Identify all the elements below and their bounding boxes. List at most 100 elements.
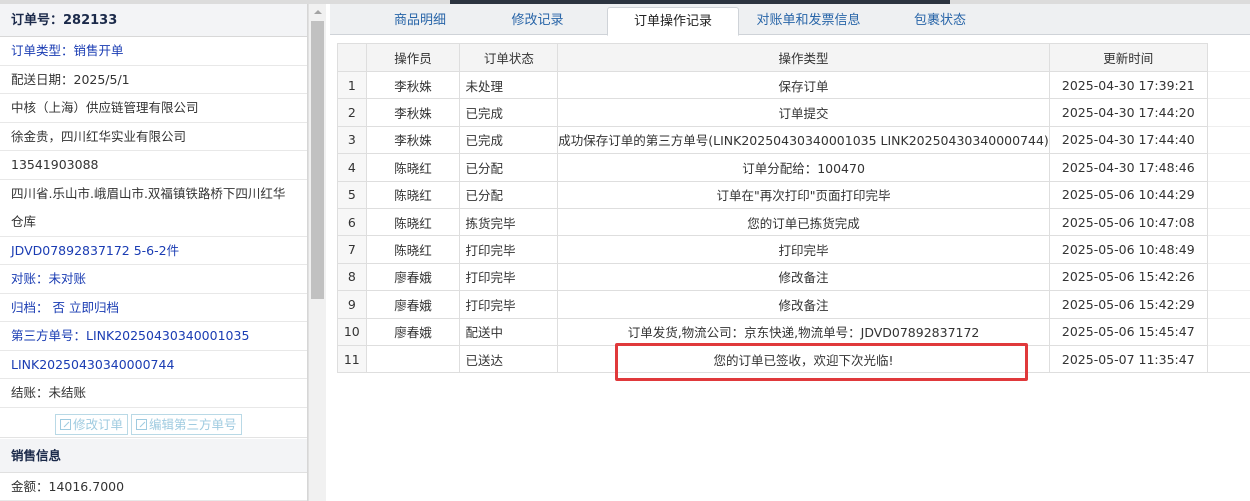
edit-order-label: 修改订单 (73, 416, 124, 432)
third-party-number-2: LINK20250430340000744 (0, 351, 307, 379)
row-filler (1206, 126, 1250, 155)
operator-cell: 陈晓红 (365, 235, 461, 264)
status-cell: 配送中 (459, 317, 559, 346)
action-cell: 订单在"再次打印"页面打印完毕 (557, 180, 1050, 209)
time-cell: 2025-04-30 17:44:40 (1048, 125, 1208, 155)
detail-panel: 商品明细 修改记录 订单操作记录 对账单和发票信息 包裹状态 操作员 订单状态 … (330, 4, 1250, 501)
row-number: 9 (337, 290, 367, 319)
status-cell: 已送达 (459, 344, 559, 374)
scroll-up-arrow-icon[interactable] (309, 4, 327, 20)
status-cell: 打印完毕 (459, 235, 559, 264)
table-row[interactable]: 1 李秋姝 未处理 保存订单 2025-04-30 17:39:21 (337, 70, 1250, 100)
reconcile-status[interactable]: 对账：未对账 (0, 265, 307, 294)
archive-status[interactable]: 归档： 否 立即归档 (0, 294, 307, 322)
order-number-header: 订单号：282133 (0, 4, 307, 37)
tracking-number-link[interactable]: JDVD07892837172 5-6-2件 (0, 237, 307, 265)
table-row[interactable]: 8 廖春娥 打印完毕 修改备注 2025-05-06 15:42:26 (337, 262, 1250, 292)
tab-modification-log[interactable]: 修改记录 (480, 7, 595, 35)
scroll-thumb[interactable] (311, 21, 324, 299)
edit-icon (136, 418, 148, 430)
operator-cell (365, 344, 461, 374)
row-number: 10 (337, 317, 367, 346)
row-number: 8 (337, 262, 367, 292)
operator-cell: 陈晓红 (365, 153, 461, 182)
table-header-row: 操作员 订单状态 操作类型 更新时间 (337, 43, 1250, 72)
action-cell: 订单分配给：100470 (557, 153, 1050, 182)
status-cell: 打印完毕 (459, 262, 559, 292)
col-header-operator[interactable]: 操作员 (365, 43, 461, 72)
row-number: 4 (337, 153, 367, 182)
operator-cell: 李秋姝 (365, 125, 461, 155)
status-cell: 未处理 (459, 70, 559, 100)
customer-phone: 13541903088 (0, 151, 307, 180)
third-party-number-1: 第三方单号：LINK20250430340001035 (0, 322, 307, 351)
time-cell: 2025-04-30 17:39:21 (1048, 70, 1208, 100)
action-cell: 修改备注 (557, 262, 1050, 292)
operator-cell: 廖春娥 (365, 262, 461, 292)
operator-cell: 廖春娥 (365, 290, 461, 319)
row-filler (1206, 263, 1250, 292)
table-row[interactable]: 5 陈晓红 已分配 订单在"再次打印"页面打印完毕 2025-05-06 10:44:2… (337, 180, 1250, 209)
delivery-address: 四川省.乐山市.峨眉山市.双福镇铁路桥下四川红华仓库 (0, 180, 307, 237)
table-body: 1 李秋姝 未处理 保存订单 2025-04-30 17:39:21 2 李秋姝 已完成 订单提… (337, 70, 1250, 374)
tab-order-operation-log[interactable]: 订单操作记录 (607, 7, 739, 36)
row-filler (1206, 71, 1250, 100)
left-panel-scrollbar[interactable] (308, 4, 326, 501)
row-number: 11 (337, 344, 367, 374)
status-cell: 打印完毕 (459, 290, 559, 319)
order-type: 订单类型：销售开单 (0, 37, 307, 66)
tab-product-details[interactable]: 商品明细 (360, 7, 480, 35)
row-number: 2 (337, 98, 367, 127)
tab-statement-invoice[interactable]: 对账单和发票信息 (742, 7, 875, 35)
operator-cell: 李秋姝 (365, 70, 461, 100)
row-filler (1206, 235, 1250, 264)
col-header-filler (1206, 43, 1250, 72)
table-row[interactable]: 7 陈晓红 打印完毕 打印完毕 2025-05-06 10:48:49 (337, 235, 1250, 264)
operator-cell: 陈晓红 (365, 180, 461, 209)
row-filler (1206, 98, 1250, 127)
settlement-status: 结账：未结账 (0, 379, 307, 408)
table-row[interactable]: 11 已送达 您的订单已签收，欢迎下次光临! 2025-05-07 11:35:47 (337, 344, 1250, 374)
table-row[interactable]: 10 廖春娥 配送中 订单发货,物流公司：京东快递,物流单号：JDVD07892837… (337, 317, 1250, 346)
action-cell: 打印完毕 (557, 235, 1050, 264)
edit-third-party-button[interactable]: 编辑第三方单号 (131, 413, 242, 435)
row-filler (1206, 318, 1250, 346)
time-cell: 2025-05-07 11:35:47 (1048, 344, 1208, 374)
col-header-time[interactable]: 更新时间 (1048, 43, 1208, 72)
action-cell: 您的订单已拣货完成 (557, 207, 1050, 237)
edit-third-party-label: 编辑第三方单号 (149, 416, 237, 432)
table-row[interactable]: 6 陈晓红 拣货完毕 您的订单已拣货完成 2025-05-06 10:47:08 (337, 207, 1250, 237)
action-cell: 您的订单已签收，欢迎下次光临! (557, 344, 1050, 374)
tab-package-status[interactable]: 包裹状态 (875, 7, 1005, 35)
time-cell: 2025-05-06 15:42:26 (1048, 262, 1208, 292)
col-header-status[interactable]: 订单状态 (459, 43, 559, 72)
delivery-date: 配送日期：2025/5/1 (0, 66, 307, 94)
time-cell: 2025-05-06 10:44:29 (1048, 180, 1208, 209)
table-row[interactable]: 3 李秋姝 已完成 成功保存订单的第三方单号(LINK2025043034000103… (337, 125, 1250, 155)
table-row[interactable]: 2 李秋姝 已完成 订单提交 2025-04-30 17:44:20 (337, 98, 1250, 127)
status-cell: 已完成 (459, 98, 559, 127)
edit-icon (60, 418, 71, 430)
col-header-index (337, 43, 367, 72)
table-row[interactable]: 9 廖春娥 打印完毕 修改备注 2025-05-06 15:42:29 (337, 290, 1250, 319)
action-cell: 订单提交 (557, 98, 1050, 127)
table-row[interactable]: 4 陈晓红 已分配 订单分配给：100470 2025-04-30 17:48:46 (337, 153, 1250, 182)
row-number: 1 (337, 70, 367, 100)
action-cell: 保存订单 (557, 70, 1050, 100)
sales-amount: 金额：14016.7000 (0, 473, 307, 501)
action-cell: 成功保存订单的第三方单号(LINK20250430340001035 LINK2… (557, 125, 1050, 155)
col-header-action[interactable]: 操作类型 (557, 43, 1050, 72)
row-filler (1206, 208, 1250, 237)
action-cell: 修改备注 (557, 290, 1050, 319)
time-cell: 2025-05-06 10:48:49 (1048, 235, 1208, 264)
order-info-panel: 订单号：282133 订单类型：销售开单 配送日期：2025/5/1 中核（上海… (0, 4, 308, 501)
tab-bar: 商品明细 修改记录 订单操作记录 对账单和发票信息 包裹状态 (330, 4, 1250, 36)
status-cell: 已分配 (459, 153, 559, 182)
time-cell: 2025-05-06 15:42:29 (1048, 290, 1208, 319)
time-cell: 2025-05-06 10:47:08 (1048, 207, 1208, 237)
edit-order-button[interactable]: 修改订单 (55, 413, 129, 435)
row-number: 6 (337, 207, 367, 237)
status-cell: 已完成 (459, 125, 559, 155)
action-cell: 订单发货,物流公司：京东快递,物流单号：JDVD07892837172 (557, 317, 1050, 346)
order-actions: 修改订单 编辑第三方单号 (0, 408, 307, 438)
